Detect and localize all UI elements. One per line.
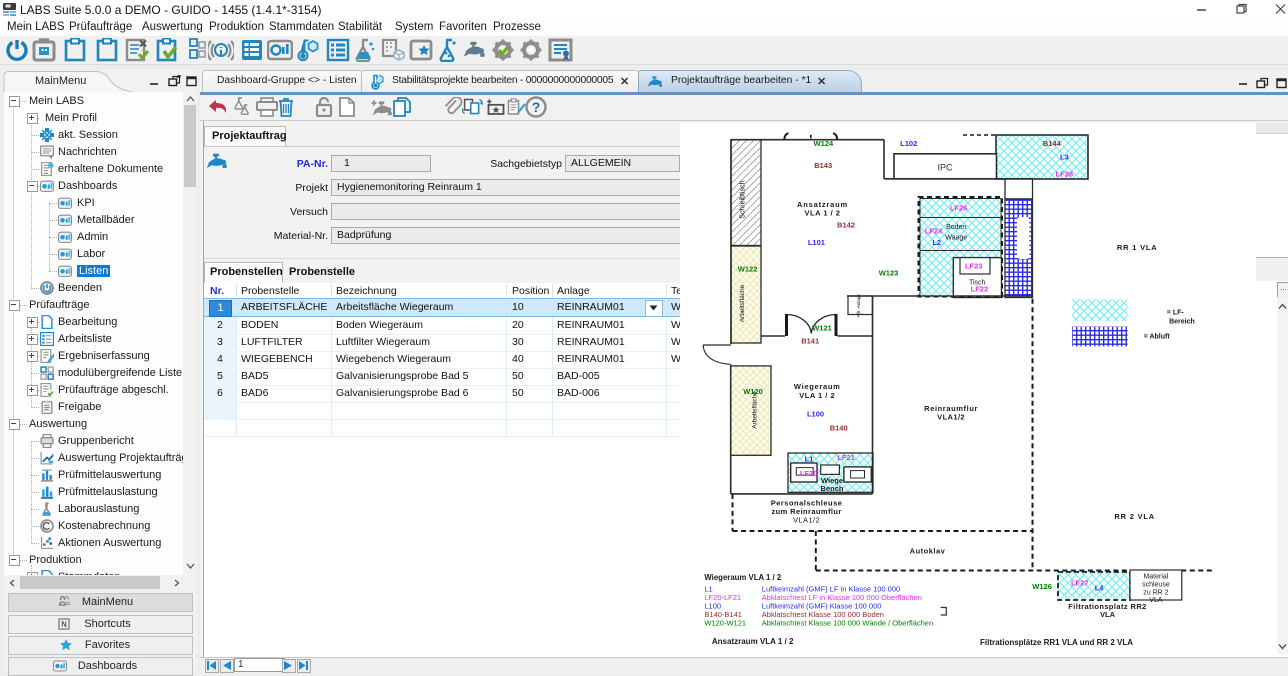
svg-text:L100: L100 xyxy=(807,410,824,419)
svg-text:VLA 1 / 2: VLA 1 / 2 xyxy=(805,208,841,217)
svg-text:= LF-: = LF- xyxy=(1167,310,1185,317)
svg-text:B144: B144 xyxy=(1043,139,1062,148)
svg-text:?: ? xyxy=(532,99,541,115)
svg-text:Arbeitsfläche: Arbeitsfläche xyxy=(752,391,759,429)
svg-text:VLA1/2: VLA1/2 xyxy=(793,515,820,524)
svg-text:W122: W122 xyxy=(738,265,758,274)
svg-text:Bench: Bench xyxy=(821,484,844,493)
svg-text:W120-W121: W120-W121 xyxy=(704,619,746,628)
svg-text:W124: W124 xyxy=(814,139,834,148)
svg-text:Bereich: Bereich xyxy=(1169,318,1195,325)
svg-text:RR 2 VLA: RR 2 VLA xyxy=(1114,512,1155,521)
svg-text:VLA: VLA xyxy=(1100,610,1116,619)
svg-text:Ansatzraum VLA 1 / 2: Ansatzraum VLA 1 / 2 xyxy=(712,637,794,646)
svg-text:VLA: VLA xyxy=(1149,597,1163,604)
svg-text:B141: B141 xyxy=(801,337,819,346)
svg-text:LF26: LF26 xyxy=(950,204,968,213)
svg-text:Boden: Boden xyxy=(946,224,966,231)
svg-text:Wiegeraum VLA 1 / 2: Wiegeraum VLA 1 / 2 xyxy=(704,573,781,582)
svg-text:L102: L102 xyxy=(900,139,917,148)
svg-text:VLA1/2: VLA1/2 xyxy=(937,412,965,421)
svg-text:Waage: Waage xyxy=(945,234,967,241)
svg-text:LF28: LF28 xyxy=(1056,169,1074,178)
svg-text:L3: L3 xyxy=(1060,153,1069,162)
svg-text:B140: B140 xyxy=(830,423,848,432)
svg-text:Filtrationsplätze RR1 VLA und: Filtrationsplätze RR1 VLA und RR 2 VLA xyxy=(980,638,1133,647)
svg-text:W123: W123 xyxy=(879,268,899,277)
svg-text:Tisch: Tisch xyxy=(969,279,986,286)
svg-text:W126: W126 xyxy=(1032,582,1052,591)
svg-text:L4: L4 xyxy=(1095,583,1105,592)
svg-text:LF23: LF23 xyxy=(965,261,983,270)
svg-text:zu RR 2: zu RR 2 xyxy=(1143,590,1168,597)
svg-text:LF27: LF27 xyxy=(1071,579,1089,588)
svg-text:schleuse: schleuse xyxy=(1142,582,1170,589)
svg-text:Autoklav: Autoklav xyxy=(910,547,946,556)
svg-text:L1: L1 xyxy=(805,455,814,464)
svg-text:Filt.-Anlage: Filt.-Anlage xyxy=(856,294,861,317)
svg-text:LF20: LF20 xyxy=(800,469,818,478)
svg-text:Schreibtisch: Schreibtisch xyxy=(740,181,747,219)
svg-text:Material: Material xyxy=(1143,574,1168,581)
svg-text:RR 1 VLA: RR 1 VLA xyxy=(1117,243,1158,252)
svg-text:L2: L2 xyxy=(932,238,941,247)
svg-text:N: N xyxy=(61,620,67,629)
svg-text:Abklatschtest Klasse 100 000 W: Abklatschtest Klasse 100 000 Wände / Obe… xyxy=(762,619,933,628)
svg-text:VLA 1 / 2: VLA 1 / 2 xyxy=(799,391,835,400)
svg-text:B143: B143 xyxy=(814,161,832,170)
svg-text:L101: L101 xyxy=(808,238,825,247)
svg-text:IPC: IPC xyxy=(937,163,953,173)
svg-text:LF21: LF21 xyxy=(837,453,855,462)
svg-text:W121: W121 xyxy=(812,324,832,333)
svg-text:Arbeitsfläche: Arbeitsfläche xyxy=(739,284,746,322)
svg-text:LF24: LF24 xyxy=(925,227,943,236)
svg-text:= Abluft: = Abluft xyxy=(1144,334,1171,341)
svg-text:B142: B142 xyxy=(837,220,855,229)
